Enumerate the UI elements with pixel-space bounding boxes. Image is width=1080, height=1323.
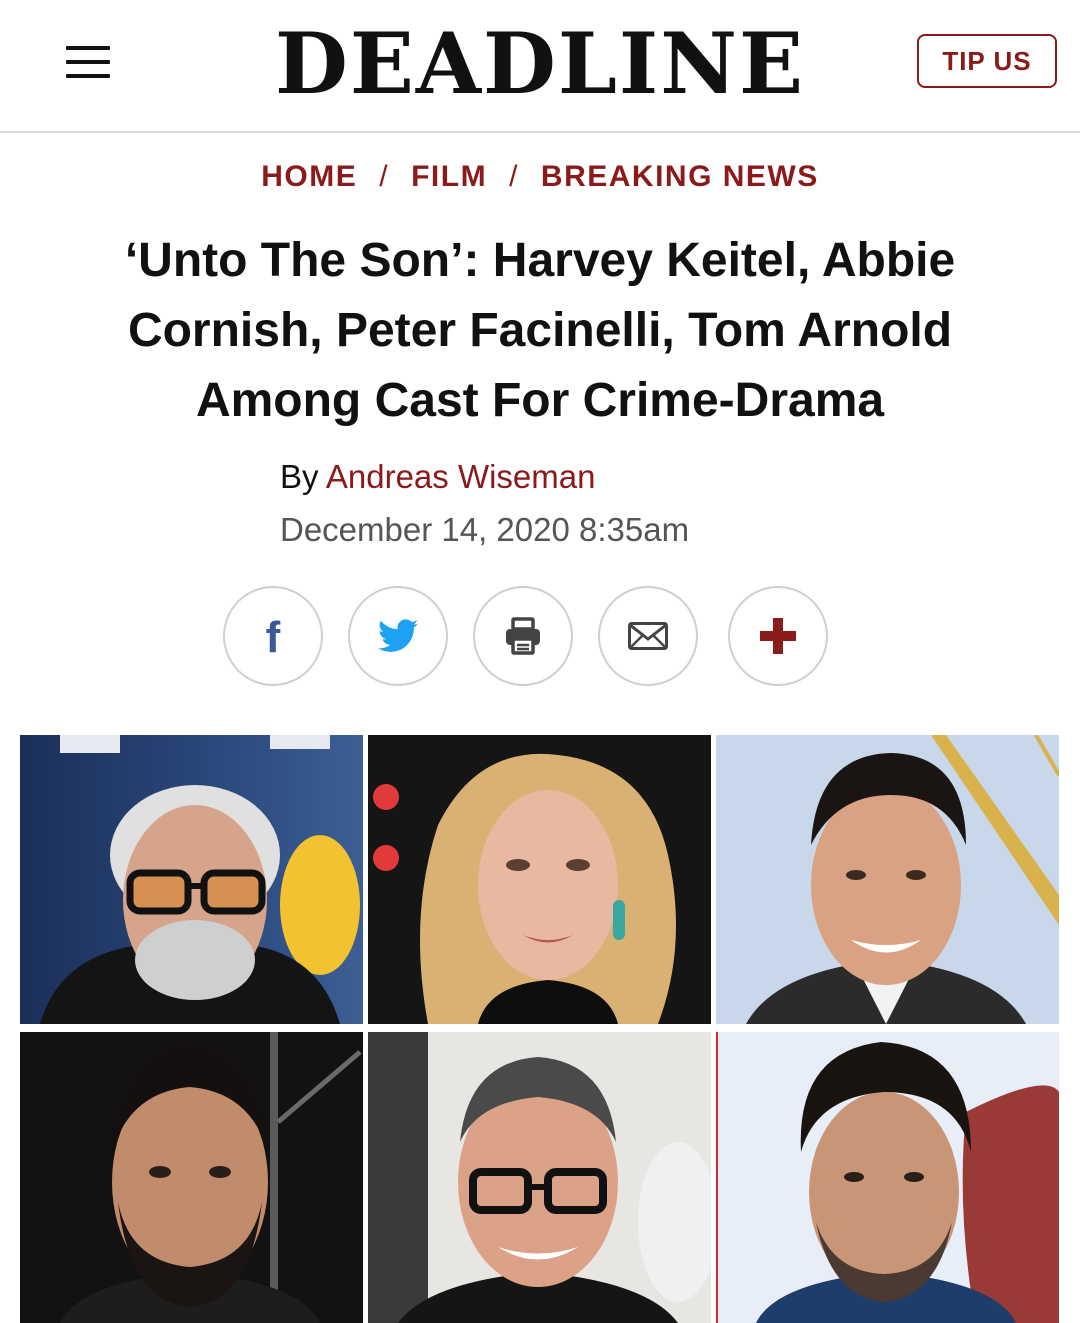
email-share-button[interactable]: [598, 586, 698, 686]
share-twitter-button[interactable]: [348, 586, 448, 686]
article-headline: ‘Unto The Son’: Harvey Keitel, Abbie Cor…: [124, 234, 956, 427]
breadcrumb-breaking-news[interactable]: BREAKING NEWS: [541, 160, 819, 193]
breadcrumb-home[interactable]: HOME: [261, 160, 357, 193]
headshot-photo: [368, 1032, 711, 1323]
facebook-icon: f: [266, 614, 281, 658]
byline: By Andreas Wiseman: [280, 458, 595, 496]
twitter-icon: [378, 619, 418, 652]
headshot-photo: [20, 735, 363, 1024]
headshot-photo: [716, 1032, 1059, 1323]
byline-prefix: By: [280, 458, 319, 495]
breadcrumb-separator: /: [379, 160, 390, 193]
tip-us-button[interactable]: TIP US: [917, 34, 1057, 88]
print-button[interactable]: [473, 586, 573, 686]
headshot-photo: [368, 735, 711, 1024]
author-link[interactable]: Andreas Wiseman: [326, 458, 596, 495]
headshot-photo: [716, 735, 1059, 1024]
svg-text:f: f: [266, 614, 281, 658]
print-icon: [506, 617, 540, 655]
plus-icon: [760, 618, 796, 654]
email-icon: [628, 622, 668, 650]
breadcrumb: HOME / FILM / BREAKING NEWS: [0, 160, 1080, 194]
more-share-button[interactable]: [728, 586, 828, 686]
publish-date: December 14, 2020 8:35am: [280, 511, 690, 548]
breadcrumb-film[interactable]: FILM: [411, 160, 487, 193]
breadcrumb-separator: /: [509, 160, 519, 193]
cast-photo-grid: [20, 735, 1060, 1323]
share-facebook-button[interactable]: f: [223, 586, 323, 686]
site-header: DEADLINE TIP US: [0, 0, 1080, 133]
headshot-photo: [20, 1032, 363, 1323]
